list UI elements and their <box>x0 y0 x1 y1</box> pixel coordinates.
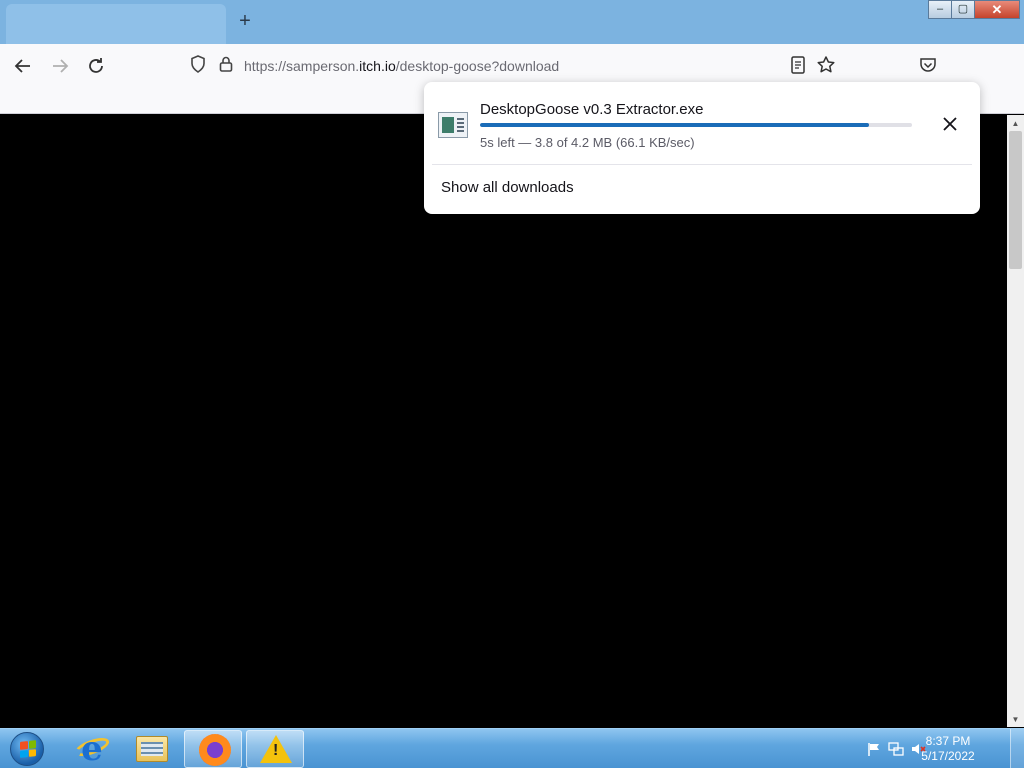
window-controls: – ▢ ✕ <box>928 0 1020 20</box>
reader-view-icon[interactable] <box>787 54 809 76</box>
download-item[interactable]: DesktopGoose v0.3 Extractor.exe 5s left … <box>432 90 972 162</box>
minimize-button[interactable]: – <box>928 0 952 19</box>
system-tray: 8:37 PM 5/17/2022 <box>854 729 1024 768</box>
clock-date: 5/17/2022 <box>921 749 975 763</box>
download-status: 5s left — 3.8 of 4.2 MB (66.1 KB/sec) <box>480 135 695 150</box>
reload-button[interactable] <box>83 53 109 79</box>
url-bar[interactable]: https://samperson.itch.io/desktop-goose?… <box>180 50 860 80</box>
cancel-download-button[interactable] <box>938 112 962 136</box>
panel-divider <box>432 164 972 165</box>
scroll-up-arrow-icon[interactable]: ▲ <box>1010 119 1021 129</box>
windows-start-orb-icon <box>10 732 44 766</box>
taskbar-file-explorer[interactable] <box>122 730 180 768</box>
new-tab-button[interactable]: + <box>234 10 256 32</box>
close-icon <box>943 117 957 131</box>
executable-file-icon <box>438 112 468 138</box>
clock[interactable]: 8:37 PM 5/17/2022 <box>918 734 978 764</box>
network-icon[interactable] <box>888 741 904 757</box>
scroll-thumb[interactable] <box>1009 131 1022 269</box>
back-button[interactable] <box>10 53 36 79</box>
folder-icon <box>136 736 168 762</box>
taskbar-internet-explorer[interactable]: e <box>62 730 120 768</box>
downloads-panel: DesktopGoose v0.3 Extractor.exe 5s left … <box>424 82 980 214</box>
show-desktop-button[interactable] <box>1010 729 1024 768</box>
url-prefix: https://samperson. <box>244 58 360 74</box>
vertical-scrollbar[interactable]: ▲ ▼ <box>1007 115 1024 727</box>
close-window-button[interactable]: ✕ <box>974 0 1020 19</box>
active-tab[interactable] <box>6 4 226 44</box>
pocket-icon[interactable] <box>917 54 939 76</box>
show-all-downloads-button[interactable]: Show all downloads <box>441 179 574 196</box>
bookmark-star-icon[interactable] <box>815 54 837 76</box>
download-progress-bar <box>480 123 912 127</box>
url-text[interactable]: https://samperson.itch.io/desktop-goose?… <box>244 58 559 74</box>
firefox-icon <box>199 734 231 766</box>
maximize-button[interactable]: ▢ <box>951 0 975 19</box>
download-progress-fill <box>480 123 869 127</box>
url-path: /desktop-goose?download <box>395 58 560 74</box>
clock-time: 8:37 PM <box>925 734 971 748</box>
taskbar-warning-app[interactable]: ! <box>246 730 304 768</box>
url-domain: itch.io <box>359 58 396 74</box>
shield-icon[interactable] <box>188 54 208 74</box>
action-center-flag-icon[interactable] <box>866 741 882 757</box>
lock-icon[interactable] <box>216 54 236 74</box>
taskbar-firefox[interactable] <box>184 730 242 768</box>
forward-arrow-icon <box>53 59 69 73</box>
reload-icon <box>89 58 103 73</box>
internet-explorer-icon: e <box>81 729 103 768</box>
start-button[interactable] <box>2 729 54 768</box>
taskbar: e ! 8:37 PM 5/17/2022 <box>0 728 1024 768</box>
tab-strip: + – ▢ ✕ <box>0 0 1024 44</box>
scroll-down-arrow-icon[interactable]: ▼ <box>1010 715 1021 725</box>
forward-button[interactable] <box>47 53 73 79</box>
download-filename: DesktopGoose v0.3 Extractor.exe <box>480 101 704 118</box>
back-arrow-icon <box>14 59 30 73</box>
